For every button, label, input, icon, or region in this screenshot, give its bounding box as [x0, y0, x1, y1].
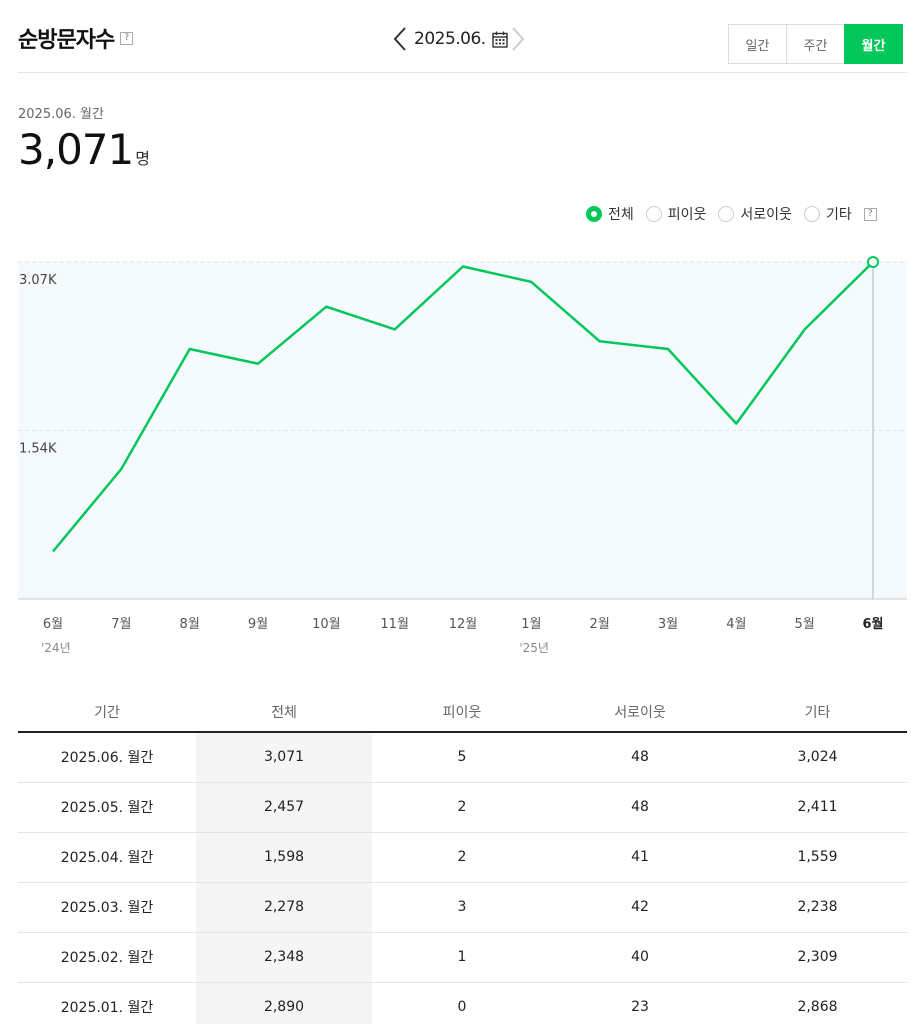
cell-total: 3,071: [196, 732, 372, 783]
legend-label: 전체: [608, 207, 634, 223]
x-tick-label: 6월: [43, 617, 63, 632]
cell-neighbor: 3: [372, 882, 552, 933]
cell-mutual: 48: [552, 732, 728, 783]
table-row: 2025.06. 월간 3,071 5 48 3,024: [18, 732, 907, 783]
date-navigator: 2025.06.: [390, 24, 528, 54]
radio-icon[interactable]: [803, 206, 820, 222]
table-header-row: 기간 전체 피이웃 서로이웃 기타: [18, 692, 907, 733]
cell-period: 2025.03. 월간: [18, 882, 196, 933]
cell-total: 2,278: [196, 882, 372, 933]
cell-neighbor: 0: [372, 982, 552, 1024]
stats-table: 기간 전체 피이웃 서로이웃 기타 2025.06. 월간 3,071 5 48 3,0…: [18, 692, 907, 1024]
radio-icon[interactable]: [645, 206, 662, 222]
cell-mutual: 40: [552, 932, 728, 983]
page-title: 순방문자수?: [18, 22, 134, 54]
x-tick-label: 6월: [862, 616, 883, 632]
cell-other: 2,868: [728, 982, 907, 1024]
period-tabs: 일간 주간 월간: [728, 24, 903, 64]
x-year-label: '25년: [519, 641, 549, 655]
cell-period: 2025.05. 월간: [18, 782, 196, 833]
table-row: 2025.05. 월간 2,457 2 48 2,411: [18, 782, 907, 833]
current-date-label: 2025.06.: [414, 29, 486, 49]
x-tick-label: 3월: [658, 617, 678, 632]
header-neighbor: 피이웃: [372, 692, 552, 733]
header: 순방문자수? 2025.06. 일간 주간 월간: [18, 0, 907, 73]
legend: 전체 피이웃 서로이웃 기타 ?: [586, 204, 877, 224]
summary-value: 3,071 명: [18, 126, 150, 183]
x-tick-label: 7월: [111, 617, 131, 632]
cell-period: 2025.04. 월간: [18, 832, 196, 883]
calendar-icon[interactable]: [492, 31, 508, 48]
prev-period-button[interactable]: [390, 24, 410, 54]
help-icon[interactable]: ?: [120, 31, 134, 45]
legend-help-icon[interactable]: ?: [863, 207, 877, 221]
cell-neighbor: 1: [372, 932, 552, 983]
x-tick-label: 8월: [180, 617, 200, 632]
x-tick-label: 2월: [590, 617, 610, 632]
cell-mutual: 41: [552, 832, 728, 883]
x-tick-label: 10월: [312, 617, 341, 632]
radio-icon[interactable]: [718, 206, 735, 222]
cell-neighbor: 2: [372, 832, 552, 883]
cell-mutual: 23: [552, 982, 728, 1024]
cell-mutual: 42: [552, 882, 728, 933]
cell-period: 2025.02. 월간: [18, 932, 196, 983]
y-tick-label: 3.07K: [19, 273, 57, 288]
page-title-text: 순방문자수: [18, 28, 115, 53]
table-row: 2025.03. 월간 2,278 3 42 2,238: [18, 882, 907, 933]
tab-weekly[interactable]: 주간: [786, 24, 845, 64]
summary-unit: 명: [135, 149, 150, 168]
cell-other: 1,559: [728, 832, 907, 883]
cell-other: 2,238: [728, 882, 907, 933]
chevron-left-icon: [393, 27, 406, 51]
x-tick-label: 12월: [449, 617, 478, 632]
summary-number: 3,071: [18, 125, 134, 174]
header-mutual: 서로이웃: [552, 692, 728, 733]
cell-period: 2025.06. 월간: [18, 732, 196, 783]
data-point: [867, 256, 879, 268]
cell-mutual: 48: [552, 782, 728, 833]
x-tick-label: 11월: [380, 617, 409, 632]
x-tick-label: 1월: [521, 617, 541, 632]
cell-other: 2,309: [728, 932, 907, 983]
legend-item-total[interactable]: 전체: [586, 204, 634, 224]
radio-checked-icon[interactable]: [586, 206, 602, 222]
x-tick-label: 4월: [726, 617, 746, 632]
legend-item-neighbor[interactable]: 피이웃: [645, 204, 707, 224]
legend-label: 피이웃: [667, 207, 707, 223]
legend-item-other[interactable]: 기타: [803, 204, 852, 224]
tab-daily[interactable]: 일간: [728, 24, 787, 64]
x-tick-label: 9월: [248, 617, 268, 632]
header-other: 기타: [728, 692, 907, 733]
table-row: 2025.01. 월간 2,890 0 23 2,868: [18, 982, 907, 1024]
legend-label: 기타: [825, 207, 852, 223]
header-total: 전체: [196, 692, 372, 733]
cell-other: 2,411: [728, 782, 907, 833]
x-year-label: '24년: [41, 641, 71, 655]
chevron-right-icon: [511, 27, 525, 51]
cell-total: 2,348: [196, 932, 372, 983]
cell-neighbor: 5: [372, 732, 552, 783]
next-period-button[interactable]: [508, 24, 528, 54]
x-tick-label: 5월: [795, 617, 815, 632]
tab-monthly[interactable]: 월간: [844, 24, 903, 64]
cell-neighbor: 2: [372, 782, 552, 833]
cell-period: 2025.01. 월간: [18, 982, 196, 1024]
summary-period: 2025.06. 월간: [18, 107, 104, 122]
cell-total: 1,598: [196, 832, 372, 883]
table-row: 2025.04. 월간 1,598 2 41 1,559: [18, 832, 907, 883]
table-row: 2025.02. 월간 2,348 1 40 2,309: [18, 932, 907, 983]
y-tick-label: 1.54K: [19, 442, 57, 457]
legend-label: 서로이웃: [740, 207, 792, 223]
cell-other: 3,024: [728, 732, 907, 783]
cell-total: 2,890: [196, 982, 372, 1024]
cell-total: 2,457: [196, 782, 372, 833]
visitors-line-chart: 1.54K 3.07K 6월 7월 8월 9월 10월 11월 12월 1월 2월 3월 4월 5월 6월 '…: [18, 256, 907, 655]
legend-item-mutual[interactable]: 서로이웃: [718, 204, 792, 224]
header-period: 기간: [18, 692, 196, 733]
